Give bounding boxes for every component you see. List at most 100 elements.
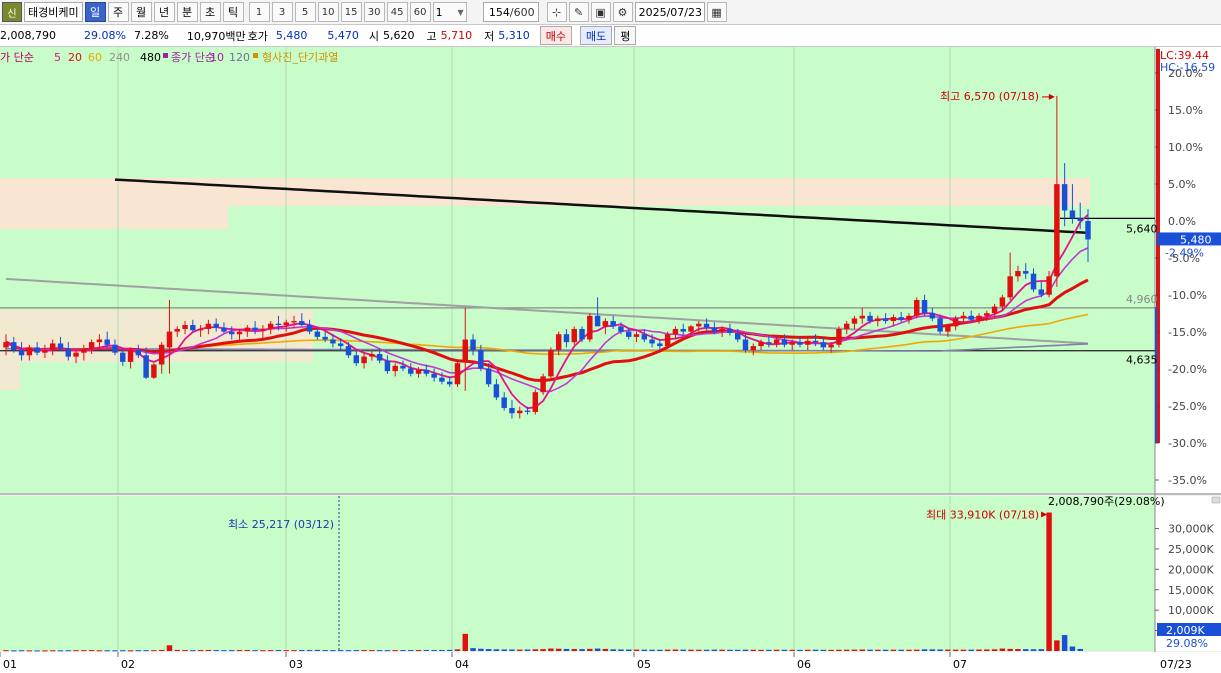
interval-button-15[interactable]: 15	[340, 2, 362, 22]
period-button-3[interactable]: 년	[153, 2, 175, 22]
volume-bar	[229, 650, 235, 652]
period-button-6[interactable]: 틱	[222, 2, 244, 22]
candle-body	[781, 339, 788, 345]
stock-name-field[interactable]: 태경비케미	[24, 2, 83, 22]
volume-bar	[408, 650, 414, 652]
candle-body	[236, 331, 243, 335]
sell-button[interactable]: 매도	[580, 26, 613, 45]
candle-body	[773, 339, 780, 344]
volume-bar	[197, 650, 204, 652]
interval-button-10[interactable]: 10	[317, 2, 339, 22]
volume-bar	[563, 648, 570, 651]
period-button-5[interactable]: 초	[199, 2, 221, 22]
candle-body	[812, 340, 819, 343]
last-price-label: 5,480	[1180, 233, 1212, 246]
volume-bar	[306, 650, 313, 652]
legend-separator-icon	[163, 53, 168, 58]
candle-body	[1077, 218, 1083, 221]
volume-bar	[867, 649, 873, 651]
interval-button-3[interactable]: 3	[271, 2, 293, 22]
max-price-annotation: 최고 6,570 (07/18)	[940, 90, 1039, 103]
period-button-1[interactable]: 주	[107, 2, 129, 22]
volume-bar	[937, 649, 943, 651]
volume-bar	[65, 650, 71, 652]
volume-bar	[703, 649, 710, 651]
app-logo-icon[interactable]: 신	[2, 2, 22, 22]
count-field[interactable]: 154 /600	[482, 2, 539, 22]
interval-button-5[interactable]: 5	[294, 2, 316, 22]
volume-bar	[1077, 648, 1083, 651]
volume-bar	[587, 648, 593, 651]
volume-bar	[439, 649, 445, 651]
price-tick-label: -20.0%	[1168, 363, 1207, 376]
volume-bar	[275, 650, 282, 652]
candle-body	[999, 297, 1006, 307]
candle-body	[805, 340, 811, 345]
candle-body	[851, 318, 858, 324]
legend-vol-prefix: 종가 단순	[171, 51, 215, 64]
candle-body	[1061, 184, 1068, 211]
volume-bar	[579, 649, 585, 651]
volume-bar	[151, 650, 157, 652]
volume-bar	[11, 650, 17, 652]
crosshair-icon[interactable]: ⊹	[546, 2, 567, 22]
volume-bar	[906, 649, 912, 651]
candle-body	[921, 300, 928, 314]
interval-button-60[interactable]: 60	[409, 2, 431, 22]
volume-bar	[423, 649, 430, 651]
candle-body	[1054, 184, 1060, 277]
candle-body	[485, 368, 492, 385]
volume-bar	[696, 649, 702, 651]
volume-bar	[836, 649, 842, 651]
gear-icon[interactable]: ⚙	[612, 2, 633, 22]
legend-ma-label: 5	[54, 51, 61, 64]
volume-bar	[462, 633, 468, 651]
stock-chart[interactable]: 01 02 03 04 05 06 07 07/2320.0%15.0%10.0%5.0%0.…	[0, 47, 1221, 673]
trade-amount: 10,970백만	[186, 29, 246, 43]
candle-body	[563, 334, 570, 343]
draw-tool-icon[interactable]: ✎	[568, 2, 589, 22]
volume-bar	[672, 649, 679, 651]
candle-body	[742, 339, 749, 351]
interval-button-45[interactable]: 45	[386, 2, 408, 22]
candle-body	[11, 342, 17, 351]
legend-ma-label: 240	[109, 51, 130, 64]
period-button-0[interactable]: 일	[84, 2, 106, 22]
interval-button-30[interactable]: 30	[363, 2, 385, 22]
candle-body	[820, 342, 827, 348]
candle-body	[369, 353, 375, 357]
candle-body	[1069, 210, 1076, 219]
volume-bar	[984, 649, 990, 651]
volume-bar	[875, 649, 881, 651]
flat-button[interactable]: 평	[614, 26, 637, 45]
volume-bar	[509, 649, 515, 651]
candle-body	[143, 355, 149, 378]
period-button-2[interactable]: 월	[130, 2, 152, 22]
candle-body	[3, 342, 9, 348]
candle-body	[306, 325, 313, 332]
interval-button-1[interactable]: 1	[248, 2, 270, 22]
volume-bar	[555, 648, 562, 651]
volume-bar	[960, 649, 967, 651]
volume-bar	[135, 650, 142, 652]
volume-bar	[968, 649, 974, 651]
price-tick-label: -25.0%	[1168, 400, 1207, 413]
volume-tick-label: 20,000K	[1168, 563, 1214, 576]
candle-body	[991, 306, 998, 314]
volume-bar	[750, 649, 757, 651]
legend-vol-label: 120	[229, 51, 250, 64]
volume-bar	[369, 650, 375, 652]
candle-body	[836, 328, 842, 345]
calendar-icon[interactable]: ▦	[706, 2, 727, 22]
interval-select[interactable]: 1 ▼	[432, 2, 467, 22]
candle-body	[524, 410, 531, 412]
buy-button[interactable]: 매수	[539, 26, 572, 45]
candle-body	[750, 346, 757, 351]
candle-body	[587, 315, 593, 340]
candle-body	[252, 327, 258, 331]
volume-bar	[929, 649, 936, 651]
date-field[interactable]: 2025/07/23	[634, 2, 705, 22]
candle-body	[618, 326, 624, 332]
period-button-4[interactable]: 분	[176, 2, 198, 22]
save-icon[interactable]: ▣	[590, 2, 611, 22]
